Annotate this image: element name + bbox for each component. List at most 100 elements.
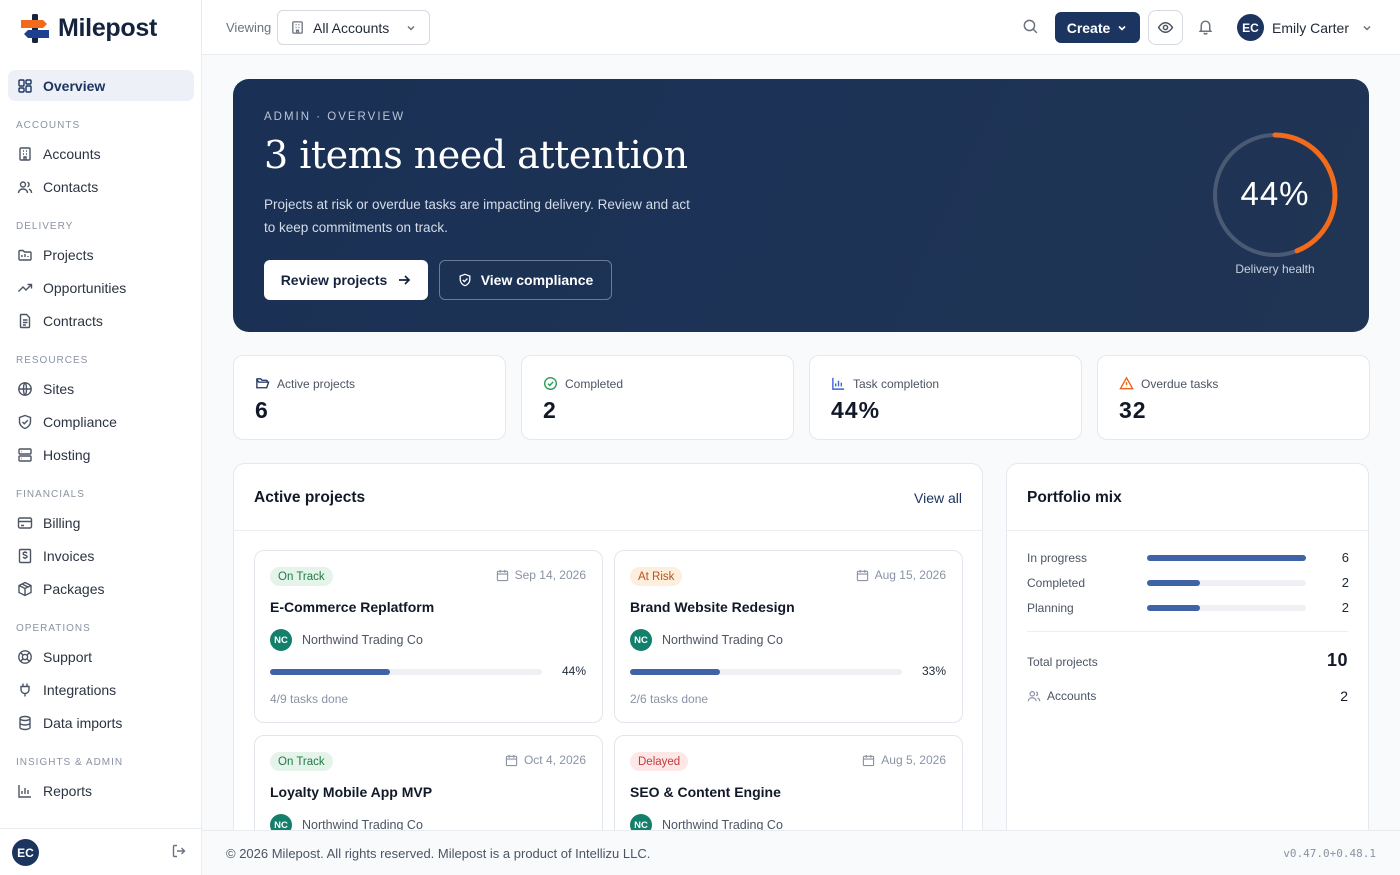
dashboard-icon bbox=[16, 77, 34, 95]
shield-check-icon bbox=[16, 413, 34, 431]
mix-bar bbox=[1147, 555, 1306, 561]
stat-label: Active projects bbox=[277, 376, 356, 391]
copyright: © 2026 Milepost. All rights reserved. Mi… bbox=[226, 846, 651, 861]
nav-section-resources: RESOURCES bbox=[16, 355, 89, 366]
mix-bar bbox=[1147, 580, 1306, 586]
sidebar-item-label: Projects bbox=[43, 246, 94, 263]
logo[interactable]: Milepost bbox=[18, 10, 157, 46]
chevron-down-icon bbox=[1116, 22, 1128, 34]
progress-bar bbox=[630, 669, 902, 675]
nav-section-operations: OPERATIONS bbox=[16, 623, 91, 634]
document-icon bbox=[16, 312, 34, 330]
mix-bar bbox=[1147, 605, 1306, 611]
project-card[interactable]: On Track Sep 14, 2026 E-Commerce Replatf… bbox=[254, 550, 603, 723]
lifebuoy-icon bbox=[16, 648, 34, 666]
server-icon bbox=[16, 446, 34, 464]
sidebar-item-overview[interactable]: Overview bbox=[8, 70, 194, 101]
viewing-label: Viewing bbox=[226, 20, 272, 35]
preview-button[interactable] bbox=[1148, 10, 1183, 45]
sidebar-footer: EC bbox=[0, 828, 201, 875]
folder-open-icon bbox=[255, 376, 270, 391]
mix-value: 2 bbox=[1341, 575, 1349, 590]
sidebar-item-sites[interactable]: Sites bbox=[8, 373, 194, 404]
globe-icon bbox=[16, 380, 34, 398]
sidebar-item-accounts[interactable]: Accounts bbox=[8, 138, 194, 169]
divider bbox=[1027, 631, 1348, 632]
avatar: EC bbox=[1237, 14, 1264, 41]
project-due-date: Oct 4, 2026 bbox=[523, 753, 586, 767]
building-icon bbox=[16, 145, 34, 163]
sidebar-item-integrations[interactable]: Integrations bbox=[8, 674, 194, 705]
sidebar-item-label: Opportunities bbox=[43, 279, 127, 296]
sidebar-item-billing[interactable]: Billing bbox=[8, 507, 194, 538]
user-menu[interactable]: EC Emily Carter bbox=[1237, 14, 1373, 41]
nav-section-insights: INSIGHTS & ADMIN bbox=[16, 757, 124, 768]
page-footer: © 2026 Milepost. All rights reserved. Mi… bbox=[202, 830, 1400, 875]
sidebar-item-data-imports[interactable]: Data imports bbox=[8, 707, 194, 738]
users-icon bbox=[16, 178, 34, 196]
project-name: Brand Website Redesign bbox=[630, 599, 795, 615]
status-badge: Delayed bbox=[630, 752, 689, 771]
project-card[interactable]: At Risk Aug 15, 2026 Brand Website Redes… bbox=[614, 550, 963, 723]
logout-icon[interactable] bbox=[171, 843, 187, 859]
sidebar-item-reports[interactable]: Reports bbox=[8, 775, 194, 806]
milepost-logo-icon bbox=[18, 11, 52, 45]
project-card[interactable]: Delayed Aug 5, 2026 SEO & Content Engine… bbox=[614, 735, 963, 842]
warning-icon bbox=[1119, 376, 1134, 391]
sidebar-item-label: Data imports bbox=[43, 714, 123, 731]
sidebar-item-support[interactable]: Support bbox=[8, 641, 194, 672]
hero-description: Projects at risk or overdue tasks are im… bbox=[264, 197, 690, 235]
eye-icon bbox=[1157, 19, 1174, 36]
bar-chart-icon bbox=[16, 782, 34, 800]
accounts-label: Accounts bbox=[1047, 689, 1097, 703]
account-select-value: All Accounts bbox=[313, 19, 390, 36]
client-name: Northwind Trading Co bbox=[662, 633, 783, 647]
bell-icon[interactable] bbox=[1197, 18, 1214, 35]
sidebar-item-compliance[interactable]: Compliance bbox=[8, 406, 194, 437]
panel-title: Active projects bbox=[254, 489, 366, 506]
search-icon[interactable] bbox=[1022, 18, 1039, 35]
stat-card-task-completion[interactable]: Task completion 44% bbox=[809, 355, 1082, 440]
sidebar-item-invoices[interactable]: Invoices bbox=[8, 540, 194, 571]
account-select[interactable]: All Accounts bbox=[277, 10, 430, 45]
sidebar-item-projects[interactable]: Projects bbox=[8, 239, 194, 270]
tasks-done: 4/9 tasks done bbox=[270, 692, 349, 706]
topbar: Viewing All Accounts Create EC Emily Car… bbox=[202, 0, 1400, 55]
create-button[interactable]: Create bbox=[1055, 12, 1140, 43]
stat-card-completed[interactable]: Completed 2 bbox=[521, 355, 794, 440]
accounts-value: 2 bbox=[1340, 688, 1348, 704]
mix-label: Planning bbox=[1027, 601, 1074, 615]
sidebar-item-opportunities[interactable]: Opportunities bbox=[8, 272, 194, 303]
project-due-date: Aug 15, 2026 bbox=[874, 568, 946, 582]
review-projects-button[interactable]: Review projects bbox=[264, 260, 428, 300]
sidebar-item-packages[interactable]: Packages bbox=[8, 573, 194, 604]
sidebar-nav: Overview ACCOUNTS Accounts Contacts DELI… bbox=[8, 70, 194, 808]
project-name: E-Commerce Replatform bbox=[270, 599, 435, 615]
sidebar-item-contacts[interactable]: Contacts bbox=[8, 171, 194, 202]
package-icon bbox=[16, 580, 34, 598]
mix-row-planning: Planning 2 bbox=[1027, 600, 1349, 616]
view-compliance-button[interactable]: View compliance bbox=[439, 260, 612, 300]
sidebar-item-label: Packages bbox=[43, 580, 105, 597]
stat-value: 2 bbox=[543, 397, 557, 423]
sidebar-item-label: Support bbox=[43, 648, 93, 665]
tasks-done: 2/6 tasks done bbox=[630, 692, 709, 706]
delivery-health-value: 44% bbox=[1240, 175, 1310, 212]
status-badge: At Risk bbox=[630, 567, 683, 586]
client-avatar: NC bbox=[270, 629, 292, 651]
review-projects-label: Review projects bbox=[280, 272, 388, 288]
calendar-icon bbox=[856, 569, 869, 582]
nav-section-financials: FINANCIALS bbox=[16, 489, 85, 500]
project-card[interactable]: On Track Oct 4, 2026 Loyalty Mobile App … bbox=[254, 735, 603, 842]
sidebar-item-contracts[interactable]: Contracts bbox=[8, 305, 194, 336]
calendar-icon bbox=[505, 754, 518, 767]
avatar[interactable]: EC bbox=[12, 839, 39, 866]
user-name: Emily Carter bbox=[1272, 19, 1350, 36]
stat-card-active-projects[interactable]: Active projects 6 bbox=[233, 355, 506, 440]
total-projects-value: 10 bbox=[1326, 650, 1348, 670]
stat-card-overdue-tasks[interactable]: Overdue tasks 32 bbox=[1097, 355, 1370, 440]
progress-fill bbox=[630, 669, 720, 675]
view-all-link[interactable]: View all bbox=[914, 490, 962, 506]
stat-value: 32 bbox=[1119, 397, 1147, 423]
sidebar-item-hosting[interactable]: Hosting bbox=[8, 439, 194, 470]
